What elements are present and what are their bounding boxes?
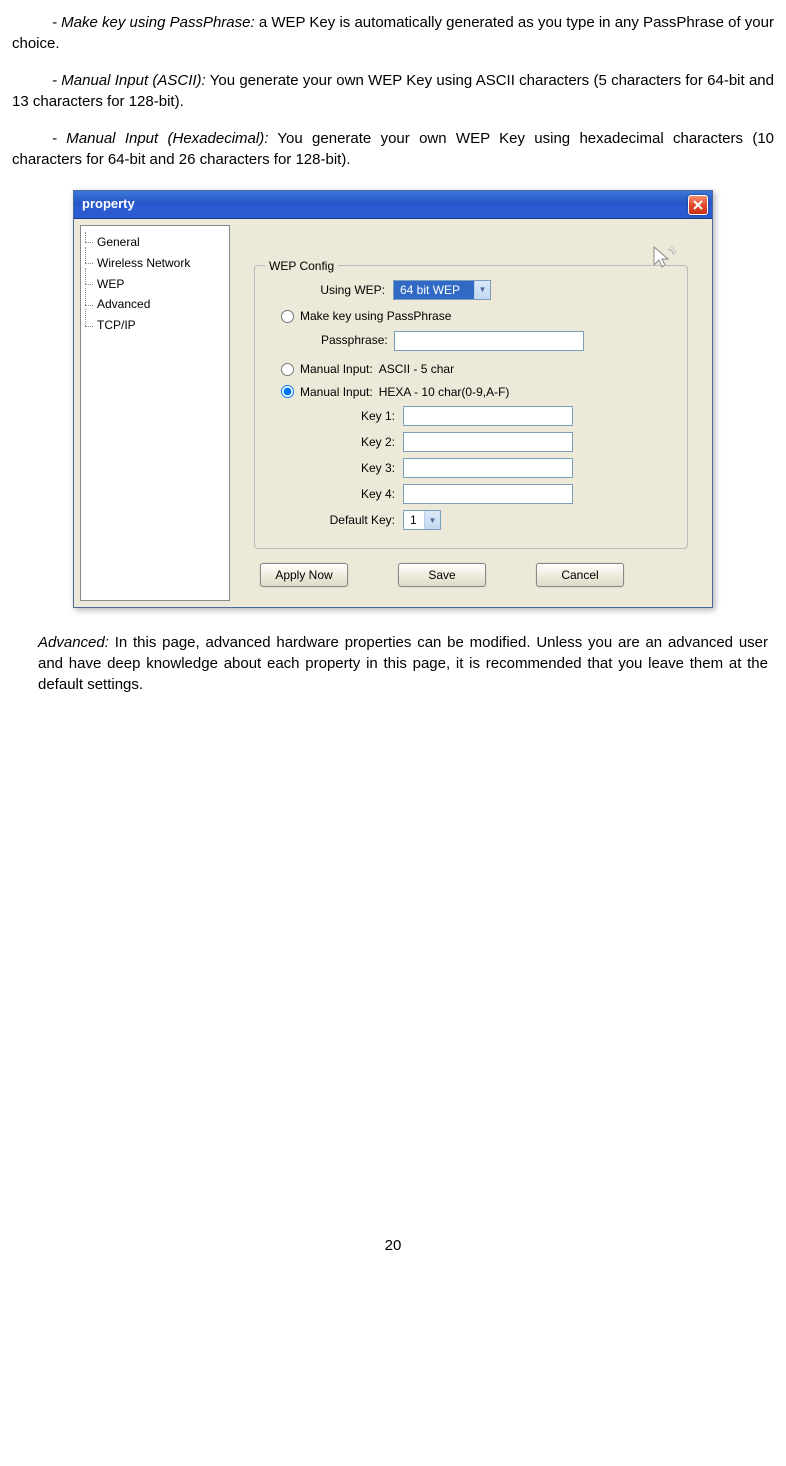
key4-label: Key 4:: [273, 486, 403, 503]
after-rest: In this page, advanced hardware properti…: [38, 634, 768, 693]
default-key-value: 1: [404, 511, 424, 530]
cancel-button[interactable]: Cancel: [536, 563, 624, 587]
chevron-down-icon: ▼: [424, 511, 440, 529]
key1-label: Key 1:: [273, 408, 403, 425]
apply-now-button[interactable]: Apply Now: [260, 563, 348, 587]
radio-hexa[interactable]: [281, 385, 294, 398]
passphrase-input[interactable]: [394, 331, 584, 351]
p3-italic: - Manual Input (Hexadecimal):: [52, 130, 268, 147]
wep-config-fieldset: WEP Config Using WEP: 64 bit WEP ▼ Make …: [254, 265, 688, 549]
save-button[interactable]: Save: [398, 563, 486, 587]
close-icon: [693, 200, 703, 210]
dialog-screenshot: property General Wireless Network WEP Ad…: [12, 190, 774, 608]
sidebar-item-tcpip[interactable]: TCP/IP: [85, 315, 225, 336]
key4-input[interactable]: [403, 484, 573, 504]
sidebar-tree[interactable]: General Wireless Network WEP Advanced TC…: [80, 225, 230, 601]
radio-hexa-label: Manual Input:: [300, 384, 373, 401]
radio-ascii-desc: ASCII - 5 char: [379, 361, 454, 378]
paragraph-advanced: Advanced: In this page, advanced hardwar…: [38, 632, 768, 695]
using-wep-label: Using WEP:: [273, 282, 393, 299]
after-italic: Advanced:: [38, 634, 109, 651]
titlebar[interactable]: property: [74, 191, 712, 219]
using-wep-dropdown[interactable]: 64 bit WEP ▼: [393, 280, 491, 300]
radio-ascii-label: Manual Input:: [300, 361, 373, 378]
content-panel: WEP Config Using WEP: 64 bit WEP ▼ Make …: [236, 225, 706, 601]
key2-label: Key 2:: [273, 434, 403, 451]
fieldset-legend: WEP Config: [265, 258, 338, 275]
paragraph-ascii: - Manual Input (ASCII): You generate you…: [12, 70, 774, 112]
chevron-down-icon: ▼: [474, 281, 490, 299]
sidebar-item-wep[interactable]: WEP: [85, 274, 225, 295]
key2-input[interactable]: [403, 432, 573, 452]
key3-label: Key 3:: [273, 460, 403, 477]
sidebar-item-wireless-network[interactable]: Wireless Network: [85, 253, 225, 274]
paragraph-passphrase: - Make key using PassPhrase: a WEP Key i…: [12, 12, 774, 54]
page-number: 20: [12, 1235, 774, 1256]
radio-passphrase-label: Make key using PassPhrase: [300, 308, 451, 325]
titlebar-text: property: [82, 195, 135, 213]
sidebar-item-general[interactable]: General: [85, 232, 225, 253]
default-key-label: Default Key:: [273, 512, 403, 529]
paragraph-hex: - Manual Input (Hexadecimal): You genera…: [12, 128, 774, 170]
radio-hexa-desc: HEXA - 10 char(0-9,A-F): [379, 384, 510, 401]
close-button[interactable]: [688, 195, 708, 215]
radio-passphrase[interactable]: [281, 310, 294, 323]
key1-input[interactable]: [403, 406, 573, 426]
default-key-dropdown[interactable]: 1 ▼: [403, 510, 441, 530]
property-dialog: property General Wireless Network WEP Ad…: [73, 190, 713, 608]
radio-ascii[interactable]: [281, 363, 294, 376]
p1-italic: - Make key using PassPhrase:: [52, 14, 255, 31]
key3-input[interactable]: [403, 458, 573, 478]
p2-italic: - Manual Input (ASCII):: [52, 72, 206, 89]
sidebar-item-advanced[interactable]: Advanced: [85, 294, 225, 315]
using-wep-value: 64 bit WEP: [394, 281, 474, 300]
passphrase-label: Passphrase:: [321, 332, 388, 349]
